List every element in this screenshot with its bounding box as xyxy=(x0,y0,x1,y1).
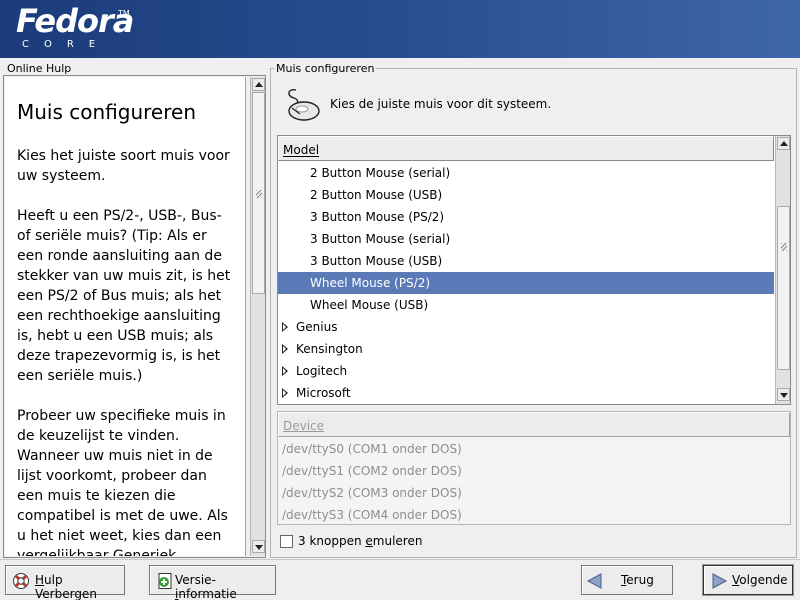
device-row: /dev/ttyS2 (COM3 onder DOS) xyxy=(282,486,462,500)
hide-help-button[interactable]: Hulp Verbergen xyxy=(5,565,125,600)
scroll-down-arrow-icon[interactable] xyxy=(777,388,790,401)
model-row-label: 3 Button Mouse (PS/2) xyxy=(310,210,445,224)
model-tree[interactable]: Model 2 Button Mouse (serial) 2 Button Mo… xyxy=(277,135,791,405)
model-group-row[interactable]: Kensington xyxy=(278,338,774,360)
release-notes-label: Versie-informatie xyxy=(175,573,237,600)
model-row-label: 3 Button Mouse (USB) xyxy=(310,254,443,268)
model-row-label: Genius xyxy=(296,320,338,334)
device-list: Device /dev/ttyS0 (COM1 onder DOS)/dev/t… xyxy=(277,411,791,525)
device-row: /dev/ttyS3 (COM4 onder DOS) xyxy=(282,508,462,522)
model-row-label: Wheel Mouse (PS/2) xyxy=(310,276,431,290)
model-column-header-label: Model xyxy=(283,143,320,157)
help-scroll-thumb[interactable] xyxy=(252,92,265,294)
fedora-banner: Fedora TM CORE xyxy=(0,0,800,58)
model-scrollbar[interactable] xyxy=(775,136,790,404)
model-scroll-thumb[interactable] xyxy=(777,206,790,370)
help-text-area: Muis configureren Kies het juiste soort … xyxy=(5,77,246,556)
model-group-row[interactable]: Microsoft xyxy=(278,382,774,404)
model-row-label: 3 Button Mouse (serial) xyxy=(310,232,451,246)
back-label: Terug xyxy=(621,573,654,587)
fedora-logo: Fedora xyxy=(16,2,134,40)
hide-help-label: Hulp Verbergen xyxy=(35,573,97,600)
grip-icon xyxy=(256,190,262,198)
release-notes-button[interactable]: Versie-informatie xyxy=(149,565,276,600)
help-paragraph: Probeer uw specifieke muis in de keuzeli… xyxy=(17,406,235,556)
model-group-row[interactable]: Genius xyxy=(278,316,774,338)
scroll-up-arrow-icon[interactable] xyxy=(252,78,265,91)
expander-arrow-icon[interactable] xyxy=(282,344,288,354)
help-scrollbar[interactable] xyxy=(250,77,265,556)
help-paragraph: Kies het juiste soort muis voor uw syste… xyxy=(17,148,230,184)
help-frame-label: Online Hulp xyxy=(7,62,72,75)
help-panel: Muis configureren Kies het juiste soort … xyxy=(3,75,266,558)
lifebuoy-icon xyxy=(13,573,29,589)
arrow-right-icon xyxy=(712,573,728,589)
model-row[interactable]: 3 Button Mouse (PS/2) xyxy=(278,206,774,228)
model-row-label: Wheel Mouse (USB) xyxy=(310,298,429,312)
arrow-left-icon xyxy=(586,573,602,589)
model-row[interactable]: Wheel Mouse (PS/2) xyxy=(278,272,774,294)
model-row[interactable]: Wheel Mouse (USB) xyxy=(278,294,774,316)
model-row[interactable]: 3 Button Mouse (USB) xyxy=(278,250,774,272)
help-paragraph-text: Probeer uw specifieke muis in de keuzeli… xyxy=(17,408,228,556)
trademark-mark: TM xyxy=(118,9,130,18)
device-row: /dev/ttyS0 (COM1 onder DOS) xyxy=(282,442,462,456)
config-instruction: Kies de juiste muis voor dit systeem. xyxy=(330,97,552,111)
device-row: /dev/ttyS1 (COM2 onder DOS) xyxy=(282,464,462,478)
device-column-header: Device xyxy=(278,412,790,437)
device-rows: /dev/ttyS0 (COM1 onder DOS) /dev/ttyS1 (C… xyxy=(278,438,790,524)
scroll-up-arrow-icon[interactable] xyxy=(777,137,790,150)
next-label: Volgende xyxy=(732,573,788,587)
expander-arrow-icon[interactable] xyxy=(282,322,288,332)
model-group-row[interactable]: Logitech xyxy=(278,360,774,382)
next-button[interactable]: Volgende xyxy=(703,565,793,595)
device-column-header-label: Device xyxy=(283,419,325,433)
expander-arrow-icon[interactable] xyxy=(282,388,288,398)
back-button[interactable]: Terug xyxy=(581,565,673,595)
model-row-label: Logitech xyxy=(296,364,348,378)
model-row-label: Microsoft xyxy=(296,386,351,400)
model-row[interactable]: 3 Button Mouse (serial) xyxy=(278,228,774,250)
help-paragraph: Heeft u een PS/2-, USB-, Bus- of seriële… xyxy=(17,208,231,384)
release-notes-icon xyxy=(158,573,172,589)
model-row-label: Kensington xyxy=(296,342,363,356)
emulate-3-buttons-label[interactable]: 3 knoppen emuleren xyxy=(298,534,422,548)
help-title: Muis configureren xyxy=(17,100,196,124)
model-row[interactable]: 2 Button Mouse (USB) xyxy=(278,184,774,206)
mouse-icon xyxy=(288,88,320,121)
bottom-separator xyxy=(0,559,800,560)
scroll-down-arrow-icon[interactable] xyxy=(252,540,265,553)
config-frame-label: Muis configureren xyxy=(274,62,377,75)
grip-icon xyxy=(781,243,787,251)
model-row[interactable]: 2 Button Mouse (serial) xyxy=(278,162,774,184)
expander-arrow-icon[interactable] xyxy=(282,366,288,376)
model-column-header[interactable]: Model xyxy=(278,136,774,161)
model-row-label: 2 Button Mouse (USB) xyxy=(310,188,443,202)
emulate-3-buttons-checkbox[interactable] xyxy=(280,535,293,548)
model-rows: 2 Button Mouse (serial) 2 Button Mouse (U… xyxy=(278,162,774,404)
model-row-label: 2 Button Mouse (serial) xyxy=(310,166,451,180)
fedora-core-subtitle: CORE xyxy=(22,39,111,50)
